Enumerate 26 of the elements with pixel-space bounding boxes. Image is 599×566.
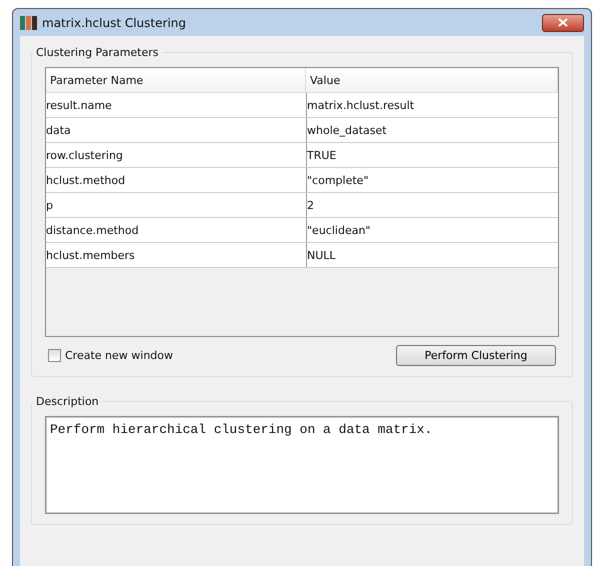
create-window-checkbox[interactable]: Create new window bbox=[48, 349, 174, 362]
table-cell[interactable]: "euclidean" bbox=[307, 218, 558, 242]
table-cell: data bbox=[46, 118, 307, 142]
window-title: matrix.hclust Clustering bbox=[42, 16, 186, 30]
table-cell[interactable]: whole_dataset bbox=[307, 118, 558, 142]
column-header[interactable]: Parameter Name bbox=[46, 68, 306, 92]
table-cell: result.name bbox=[46, 93, 307, 117]
table-cell[interactable]: "complete" bbox=[307, 168, 558, 192]
table-cell[interactable]: 2 bbox=[307, 193, 558, 217]
table-cell: p bbox=[46, 193, 307, 217]
table-cell[interactable]: matrix.hclust.result bbox=[307, 93, 558, 117]
table-cell: hclust.members bbox=[46, 243, 307, 267]
checkbox[interactable] bbox=[48, 349, 61, 362]
table-cell[interactable]: NULL bbox=[307, 243, 558, 267]
table-cell: row.clustering bbox=[46, 143, 307, 167]
perform-clustering-button[interactable]: Perform Clustering bbox=[396, 345, 556, 366]
close-icon bbox=[558, 18, 568, 27]
description-text[interactable]: Perform hierarchical clustering on a data matrix. bbox=[45, 416, 559, 514]
table-cell: distance.method bbox=[46, 218, 307, 242]
group-legend: Clustering Parameters bbox=[33, 46, 162, 59]
table-cell: hclust.method bbox=[46, 168, 307, 192]
column-header[interactable]: Value bbox=[306, 68, 558, 92]
table-cell[interactable]: TRUE bbox=[307, 143, 558, 167]
app-icon bbox=[20, 14, 38, 30]
close-button[interactable] bbox=[542, 14, 584, 32]
group-legend: Description bbox=[33, 395, 102, 408]
